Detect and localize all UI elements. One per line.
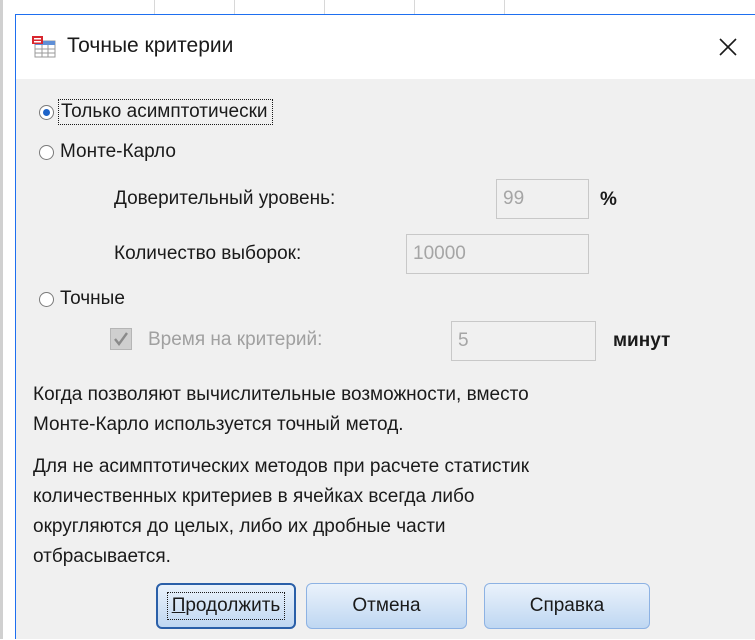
time-limit-checkbox[interactable]: [110, 328, 132, 350]
continue-label-rest: родолжить: [185, 595, 281, 616]
info-line: Монте-Карло используется точный метод.: [33, 414, 404, 435]
continue-mnemonic: П: [171, 595, 186, 616]
grid-line: [414, 0, 415, 14]
grid-line: [324, 0, 325, 14]
radio-asymptotic[interactable]: Только асимптотически: [39, 99, 273, 125]
continue-button[interactable]: Продолжить: [156, 583, 296, 629]
close-icon: [719, 38, 737, 56]
grid-line: [234, 0, 235, 14]
background-border: [0, 0, 3, 639]
exact-tests-dialog: Точные критерии Только асимптотически Мо…: [15, 14, 755, 639]
info-line: количественных критериев в ячейках всегд…: [33, 486, 475, 507]
dialog-content: Только асимптотически Монте-Карло Довери…: [16, 79, 755, 640]
info-paragraph-2: Для не асимптотических методов при расче…: [33, 452, 733, 572]
radio-button[interactable]: [39, 104, 54, 120]
radio-button[interactable]: [39, 291, 54, 307]
info-line: Для не асимптотических методов при расче…: [33, 456, 530, 477]
info-line: отбрасывается.: [33, 546, 171, 567]
time-limit-input[interactable]: [451, 321, 596, 361]
radio-monte-carlo-label: Монте-Карло: [60, 141, 176, 162]
radio-button[interactable]: [39, 144, 54, 160]
dialog-title: Точные критерии: [67, 34, 234, 57]
time-limit-unit: минут: [613, 330, 671, 351]
continue-button-label: Продолжить: [166, 592, 286, 620]
info-paragraph-1: Когда позволяют вычислительные возможнос…: [33, 380, 733, 440]
spss-table-icon: [31, 33, 57, 59]
close-button[interactable]: [704, 23, 752, 71]
checkmark-icon: [114, 332, 128, 346]
cancel-button[interactable]: Отмена: [306, 583, 467, 629]
samples-count-label: Количество выборок:: [114, 243, 302, 264]
radio-exact-label: Точные: [60, 288, 125, 309]
title-bar: Точные критерии: [16, 15, 755, 79]
help-button[interactable]: Справка: [484, 583, 650, 629]
help-button-label: Справка: [529, 595, 605, 616]
radio-exact[interactable]: Точные: [39, 288, 125, 310]
info-line: округляются до целых, либо их дробные ча…: [33, 516, 446, 537]
time-limit-label: Время на критерий:: [148, 329, 323, 350]
cancel-button-label: Отмена: [352, 595, 421, 616]
confidence-level-label: Доверительный уровень:: [114, 188, 336, 209]
samples-count-input[interactable]: [406, 234, 589, 274]
grid-line: [504, 0, 505, 14]
radio-monte-carlo[interactable]: Монте-Карло: [39, 141, 176, 163]
radio-asymptotic-label: Только асимптотически: [58, 99, 273, 125]
confidence-level-input[interactable]: [496, 179, 589, 219]
info-line: Когда позволяют вычислительные возможнос…: [33, 384, 529, 405]
grid-line: [154, 0, 155, 14]
confidence-unit: %: [600, 189, 617, 210]
